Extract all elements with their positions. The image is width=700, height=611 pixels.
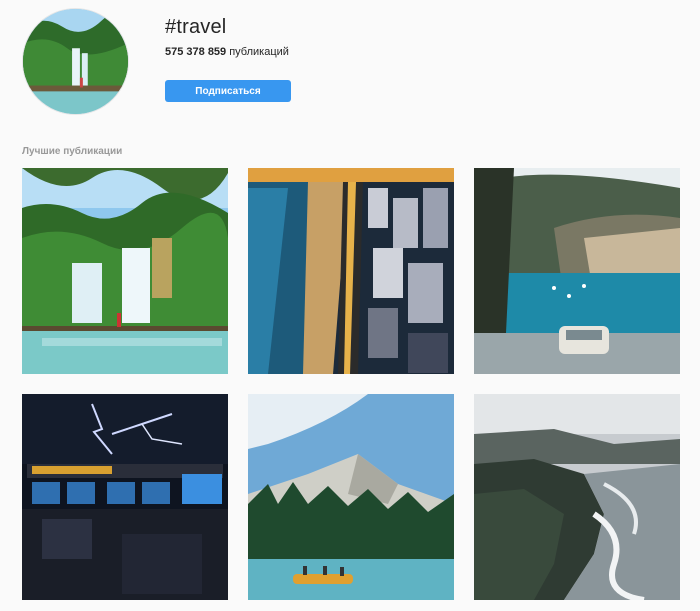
post-tile-coastline[interactable] (474, 394, 680, 600)
post-image-coastline (474, 394, 680, 600)
post-count: 575 378 859 публикаций (165, 46, 289, 58)
post-image-mountain-raft (248, 394, 454, 600)
post-count-number: 575 378 859 (165, 46, 227, 58)
post-tile-mountain-raft[interactable] (248, 394, 454, 600)
post-image-cockpit (22, 394, 228, 600)
hashtag-avatar (22, 8, 129, 115)
post-tile-coastal-village[interactable] (474, 168, 680, 374)
post-tile-city-aerial[interactable] (248, 168, 454, 374)
top-posts-heading: Лучшие публикации (22, 146, 123, 157)
post-image-waterfall (22, 168, 228, 374)
waterfall-thumbnail (23, 9, 128, 114)
post-image-city-aerial (248, 168, 454, 374)
subscribe-button[interactable]: Подписаться (165, 80, 291, 102)
post-count-suffix: публикаций (226, 46, 289, 58)
hashtag-page: #travel 575 378 859 публикаций Подписать… (0, 0, 700, 611)
post-tile-waterfall[interactable] (22, 168, 228, 374)
post-tile-cockpit[interactable] (22, 394, 228, 600)
hashtag-title: #travel (165, 16, 227, 38)
post-image-coastal-village (474, 168, 680, 374)
